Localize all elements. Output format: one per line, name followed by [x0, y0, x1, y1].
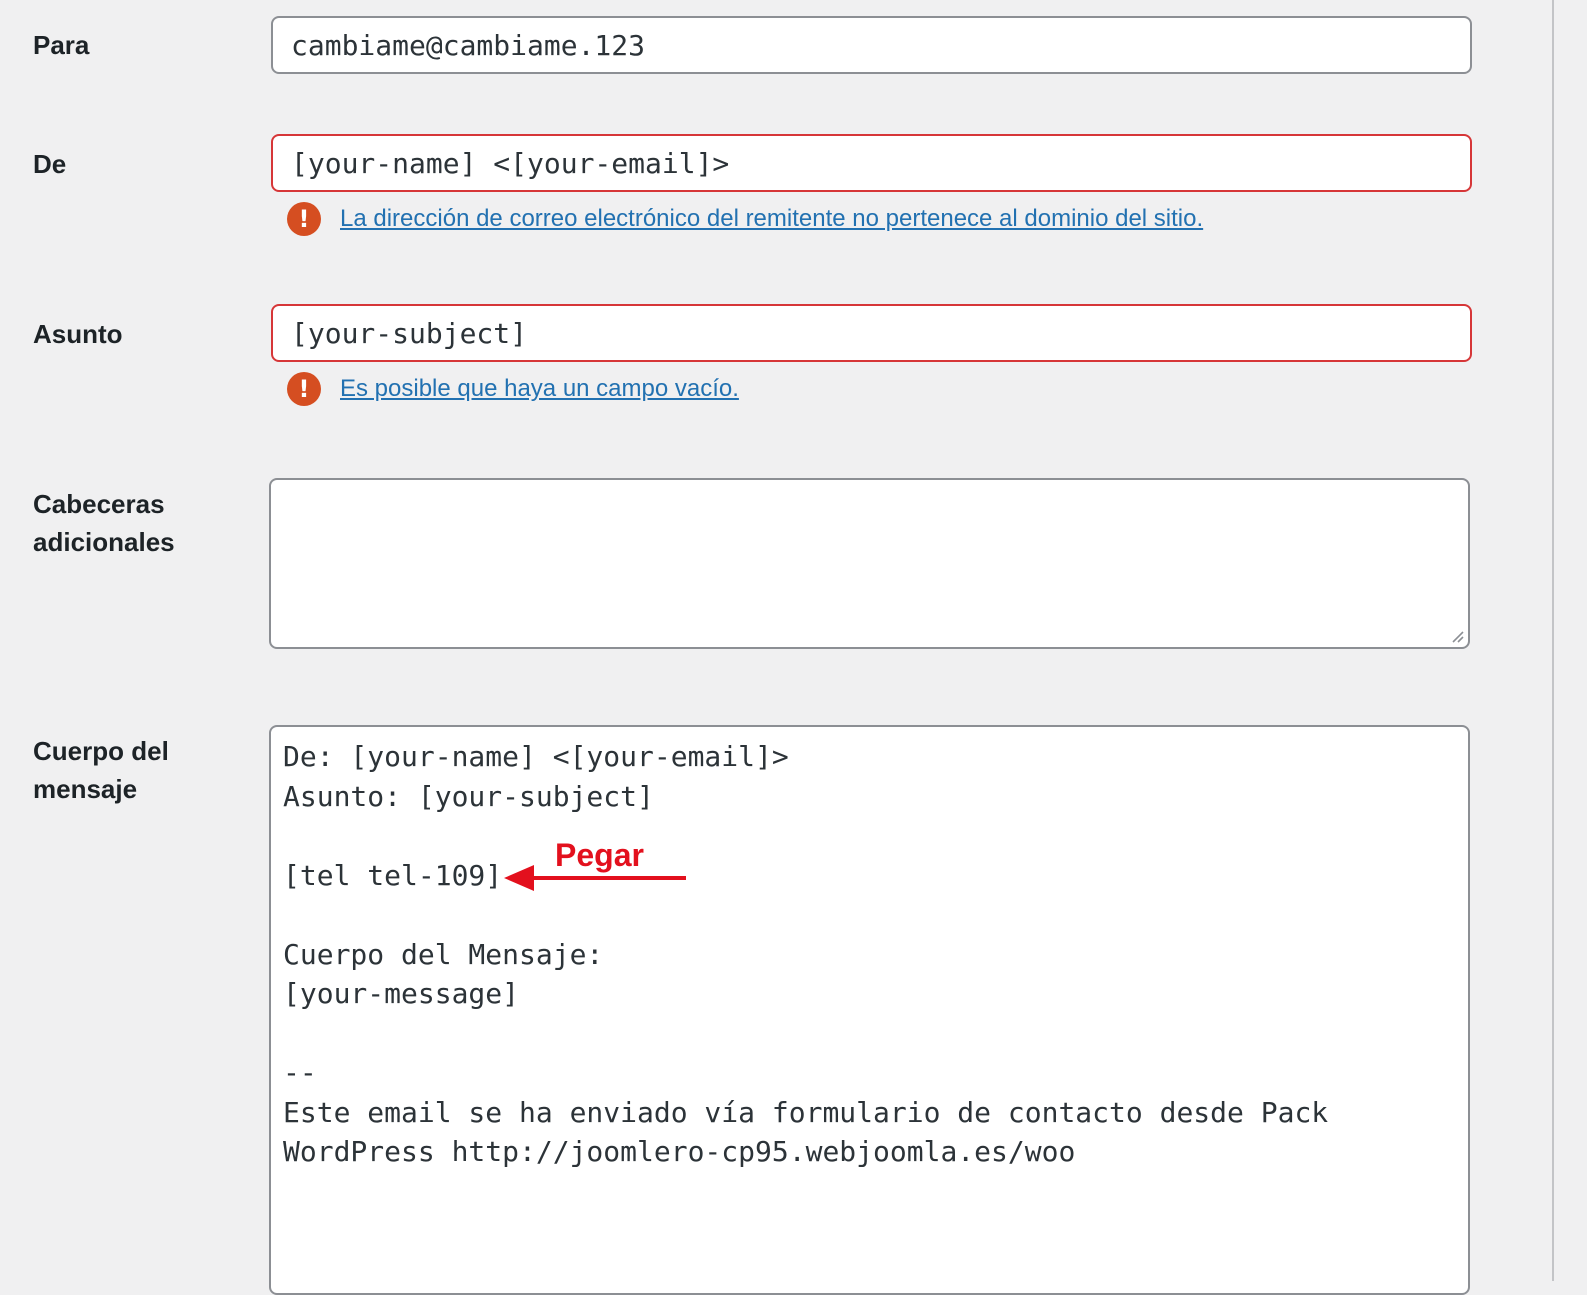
to-label: Para [33, 30, 90, 60]
panel-edge-divider [1552, 0, 1554, 1281]
body-textarea[interactable]: De: [your-name] <[your-email]> Asunto: [y… [269, 725, 1470, 1295]
body-line: WordPress http://joomlero-cp95.webjoomla… [283, 1135, 1076, 1168]
exclamation-circle-icon: ! [287, 372, 321, 406]
body-text: De: [your-name] <[your-email]> Asunto: [y… [271, 727, 1468, 1182]
body-line: [your-message] [283, 977, 520, 1010]
body-line: -- [283, 1056, 317, 1089]
body-line: De: [your-name] <[your-email]> [283, 740, 789, 773]
body-line: Este email se ha enviado vía formulario … [283, 1095, 1329, 1129]
exclamation-circle-icon: ! [287, 202, 321, 236]
headers-label-line1: Cabeceras [33, 489, 165, 519]
to-input[interactable]: cambiame@cambiame.123 [271, 16, 1472, 74]
body-line: [tel tel-109] [283, 858, 503, 892]
body-line [283, 1014, 1456, 1054]
subject-error-tip: ! Es posible que haya un campo vacío. [287, 371, 739, 407]
resize-grip-icon[interactable] [1450, 629, 1464, 643]
body-label-line2: mensaje [33, 774, 138, 804]
subject-error-link[interactable]: Es posible que haya un campo vacío. [340, 375, 739, 403]
body-line: Asunto: [your-subject] [283, 779, 654, 813]
subject-label: Asunto [33, 319, 123, 349]
from-error-tip: ! La dirección de correo electrónico del… [287, 201, 1203, 237]
body-line [283, 895, 1456, 935]
headers-label: Cabeceras adicionales [33, 485, 175, 561]
body-line [283, 816, 1456, 856]
from-label: De [33, 149, 67, 179]
headers-textarea[interactable] [269, 478, 1470, 649]
headers-label-line2: adicionales [33, 527, 175, 557]
body-label: Cuerpo del mensaje [33, 732, 169, 808]
body-label-line1: Cuerpo del [33, 736, 169, 766]
from-error-link[interactable]: La dirección de correo electrónico del r… [340, 205, 1203, 233]
body-line: Cuerpo del Mensaje: [283, 937, 604, 971]
subject-input[interactable]: [your-subject] [271, 304, 1472, 362]
arrow-left-icon [504, 865, 686, 891]
from-input[interactable]: [your-name] <[your-email]> [271, 134, 1472, 192]
